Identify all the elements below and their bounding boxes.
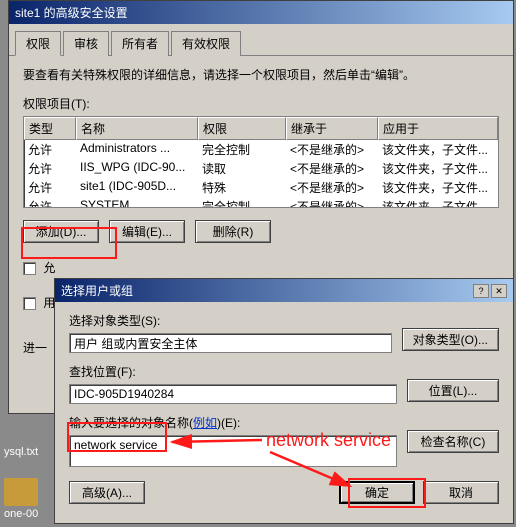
table-cell: <不是继承的> [286,140,378,159]
sub-titlebar[interactable]: 选择用户或组 ? ✕ [55,279,513,302]
col-name[interactable]: 名称 [76,117,198,140]
object-types-button[interactable]: 对象类型(O)... [402,328,499,351]
location-label: 查找位置(F): [69,363,397,380]
replace-checkbox[interactable] [23,297,36,310]
desktop-folder-icon[interactable] [4,478,38,506]
add-button[interactable]: 添加(D)... [23,220,99,243]
table-cell: 允许 [24,178,76,197]
table-row[interactable]: 允许IIS_WPG (IDC-90...读取<不是继承的>该文件夹，子文件... [24,159,498,178]
cancel-button[interactable]: 取消 [423,481,499,504]
inherit-label-partial: 允 [43,261,55,275]
permission-listview[interactable]: 类型 名称 权限 继承于 应用于 允许Administrators ...完全控… [23,116,499,208]
ok-button[interactable]: 确定 [339,481,415,504]
example-link[interactable]: 例如 [193,416,217,430]
edit-button[interactable]: 编辑(E)... [109,220,185,243]
check-names-button[interactable]: 检查名称(C) [407,430,499,453]
tab-permissions[interactable]: 权限 [15,31,61,56]
table-cell: 完全控制 [198,140,286,159]
table-cell: 特殊 [198,178,286,197]
list-label: 权限项目(T): [23,95,499,112]
table-cell: 允许 [24,159,76,178]
table-row[interactable]: 允许site1 (IDC-905D...特殊<不是继承的>该文件夹，子文件... [24,178,498,197]
table-cell: <不是继承的> [286,178,378,197]
tab-strip: 权限 审核 所有者 有效权限 [9,24,513,56]
object-type-field [69,333,392,353]
processing-label: 进一 [23,341,47,355]
table-cell: 该文件夹，子文件... [378,178,498,197]
col-type[interactable]: 类型 [24,117,76,140]
table-cell: 该文件夹，子文件... [378,140,498,159]
select-user-group-dialog: 选择用户或组 ? ✕ 选择对象类型(S): 对象类型(O)... 查找位置(F)… [54,278,514,524]
table-row[interactable]: 允许SYSTEM完全控制<不是继承的>该文件夹，子文件... [24,197,498,208]
locations-button[interactable]: 位置(L)... [407,379,499,402]
tab-owner[interactable]: 所有者 [111,31,169,56]
main-titlebar[interactable]: site1 的高级安全设置 [9,1,513,24]
table-cell: <不是继承的> [286,197,378,208]
desktop-file-label: ysql.txt [4,446,38,458]
table-cell: 允许 [24,140,76,159]
table-cell: 读取 [198,159,286,178]
table-row[interactable]: 允许Administrators ...完全控制<不是继承的>该文件夹，子文件.… [24,140,498,159]
remove-button[interactable]: 删除(R) [195,220,271,243]
object-names-input[interactable] [69,435,397,467]
close-icon[interactable]: ✕ [491,284,507,298]
object-type-label: 选择对象类型(S): [69,312,392,329]
table-cell: Administrators ... [76,140,198,159]
table-cell: 该文件夹，子文件... [378,159,498,178]
table-cell: SYSTEM [76,197,198,208]
table-cell: site1 (IDC-905D... [76,178,198,197]
col-inherit[interactable]: 继承于 [286,117,378,140]
table-cell: IIS_WPG (IDC-90... [76,159,198,178]
intro-text: 要查看有关特殊权限的详细信息，请选择一个权限项目，然后单击“编辑”。 [23,66,499,83]
table-cell: 该文件夹，子文件... [378,197,498,208]
tab-effective[interactable]: 有效权限 [171,31,241,56]
tab-audit[interactable]: 审核 [63,31,109,56]
col-perm[interactable]: 权限 [198,117,286,140]
names-label: 输入要选择的对象名称(例如)(E): [69,414,397,431]
table-cell: 完全控制 [198,197,286,208]
location-field [69,384,397,404]
table-cell: 允许 [24,197,76,208]
help-icon[interactable]: ? [473,284,489,298]
desktop-folder-label: one-00 [4,508,38,520]
col-apply[interactable]: 应用于 [378,117,498,140]
inherit-checkbox[interactable] [23,262,36,275]
sub-title: 选择用户或组 [61,282,133,299]
main-title: site1 的高级安全设置 [15,4,128,21]
table-cell: <不是继承的> [286,159,378,178]
advanced-button[interactable]: 高级(A)... [69,481,145,504]
